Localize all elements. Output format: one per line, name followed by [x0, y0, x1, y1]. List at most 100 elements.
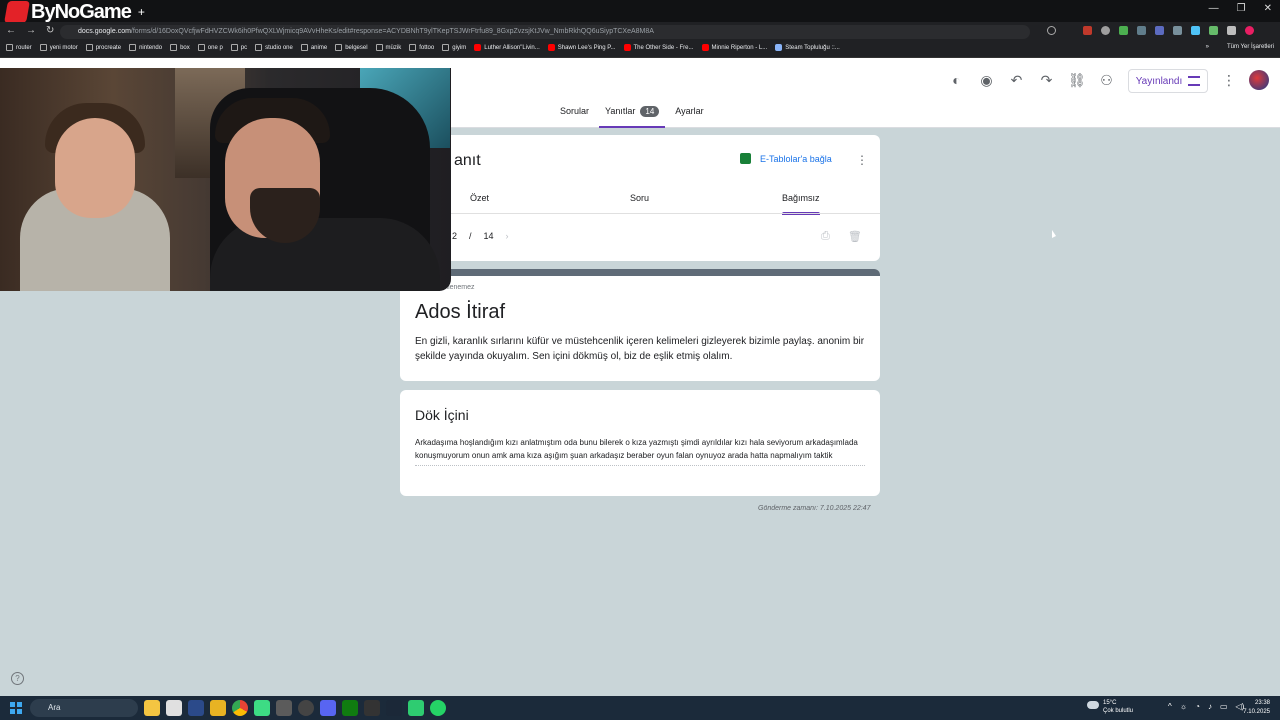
app-icon[interactable] [364, 700, 380, 716]
taskbar-clock[interactable]: 23:38 7.10.2025 [1243, 699, 1270, 717]
folder-icon [6, 44, 13, 51]
extension-icon[interactable] [1083, 26, 1092, 35]
more-vert-icon[interactable] [1263, 26, 1272, 35]
subtab-summary[interactable]: Özet [470, 193, 489, 203]
redo-icon[interactable]: ↷ [1038, 72, 1055, 89]
pager-current[interactable]: 2 [452, 231, 457, 241]
folder-icon [300, 44, 308, 51]
delete-icon[interactable]: 🗑 [848, 230, 862, 243]
extension-icon[interactable] [1209, 26, 1218, 35]
add-collaborator-icon[interactable]: ⚇ [1098, 72, 1115, 89]
bookmark-item[interactable]: one p [197, 44, 223, 51]
steam-app-icon[interactable] [386, 700, 402, 716]
tab-questions[interactable]: Sorular [560, 106, 589, 128]
bookmark-item[interactable]: router [6, 44, 32, 51]
link-to-sheets-button[interactable]: E-Tablolar'a bağla [740, 153, 832, 164]
sheets-icon [740, 153, 751, 164]
url-field[interactable]: docs.google.com/forms/d/16DoxQVcfjwFdHVZ… [60, 25, 1030, 39]
discord-app-icon[interactable] [320, 700, 336, 716]
network-icon[interactable]: ◔ [1195, 702, 1200, 711]
more-options-icon[interactable]: ⋮ [1222, 72, 1236, 89]
bookmark-item[interactable]: fottoo [409, 44, 434, 51]
bookmark-item[interactable]: anime [300, 44, 327, 51]
subtab-individual[interactable]: Bağımsız [782, 193, 820, 215]
webcam-person-left-face [55, 118, 135, 218]
chevron-right-icon[interactable]: › [506, 231, 509, 241]
extension-icon[interactable] [1191, 26, 1200, 35]
bookmark-item[interactable]: Minnie Riperton - L... [701, 44, 767, 51]
new-tab-icon[interactable]: + [138, 5, 145, 19]
bookmark-item[interactable]: müzik [375, 44, 401, 51]
help-icon[interactable]: ? [11, 672, 24, 685]
bookmark-label: Steam Topluluğu ::... [785, 44, 840, 51]
bookmark-item[interactable]: studio one [255, 44, 293, 51]
bookmark-item[interactable]: belgesel [335, 44, 368, 51]
weather-desc: Çok bulutlu [1103, 708, 1134, 714]
subtab-question[interactable]: Soru [630, 193, 649, 203]
bookmark-item[interactable]: nintendo [129, 44, 162, 51]
submitted-time: Gönderme zamanı: 7.10.2025 22:47 [758, 505, 871, 512]
bookmark-item[interactable]: Steam Topluluğu ::... [775, 44, 840, 51]
back-icon[interactable]: ← [6, 25, 16, 36]
app-icon[interactable] [408, 700, 424, 716]
extension-icon[interactable] [1119, 26, 1128, 35]
preview-eye-icon[interactable]: ◉ [978, 72, 995, 89]
minimize-icon[interactable]: — [1209, 3, 1219, 14]
folder-app-icon[interactable] [144, 700, 160, 716]
extension-icon[interactable] [1173, 26, 1182, 35]
puzzle-icon[interactable] [1227, 26, 1236, 35]
bookmarks-right: » Tüm Yer İşaretleri [1206, 44, 1274, 50]
forward-icon[interactable]: → [26, 25, 36, 36]
avatar[interactable] [1249, 70, 1269, 90]
bookmark-item[interactable]: giyim [442, 44, 466, 51]
xbox-app-icon[interactable] [342, 700, 358, 716]
restore-icon[interactable]: ❐ [1237, 3, 1246, 14]
start-icon[interactable] [10, 702, 22, 714]
reload-icon[interactable]: ↻ [46, 25, 54, 36]
bookmark-item[interactable]: box [170, 44, 190, 51]
bookmark-item[interactable]: Shawn Lee's Ping P... [547, 44, 616, 51]
bookmark-item[interactable]: The Other Side - Fre... [623, 44, 694, 51]
all-bookmarks-link[interactable]: Tüm Yer İşaretleri [1227, 44, 1274, 50]
bookmark-item[interactable]: yeni motor [39, 44, 78, 51]
bookmark-list: router yeni motor procreate nintendo box one … [6, 44, 840, 51]
notepad-app-icon[interactable] [166, 700, 182, 716]
print-icon[interactable]: ⎙ [821, 230, 830, 243]
bookmark-label: box [180, 44, 190, 51]
weather-widget[interactable]: 15°C Çok bulutlu [1087, 699, 1133, 715]
chevron-up-icon[interactable]: ^ [1168, 702, 1172, 711]
bookmark-item[interactable]: pc [230, 44, 247, 51]
bookmark-item[interactable]: procreate [85, 44, 121, 51]
extension-icon[interactable] [1137, 26, 1146, 35]
bynogame-mark-icon [4, 1, 30, 23]
address-bar-row: ← → ↻ docs.google.com/forms/d/16DoxQVcfj… [0, 22, 1280, 42]
undo-icon[interactable]: ↶ [1008, 72, 1025, 89]
app-icon[interactable] [254, 700, 270, 716]
palette-icon[interactable]: ◐ [948, 72, 965, 89]
profile-icon[interactable] [1245, 26, 1254, 35]
app-icon[interactable] [188, 700, 204, 716]
chrome-app-icon[interactable] [232, 700, 248, 716]
app-icon[interactable] [210, 700, 226, 716]
obs-app-icon[interactable] [298, 700, 314, 716]
tab-settings[interactable]: Ayarlar [675, 106, 703, 128]
taskbar-search[interactable]: Ara [30, 699, 138, 717]
bookmark-item[interactable]: Luther Allison"Livin... [474, 44, 540, 51]
published-button[interactable]: Yayınlandı [1128, 69, 1208, 93]
display-icon[interactable]: ▭ [1220, 702, 1228, 711]
zoom-icon[interactable] [1047, 26, 1056, 35]
link-icon[interactable]: ⛓ [1068, 72, 1086, 89]
app-icon[interactable] [276, 700, 292, 716]
brightness-icon[interactable]: ☼ [1180, 702, 1187, 711]
close-icon[interactable]: ✕ [1264, 3, 1272, 14]
bookmarks-overflow-icon[interactable]: » [1206, 44, 1209, 50]
whatsapp-app-icon[interactable] [430, 700, 446, 716]
star-icon[interactable] [1065, 26, 1074, 35]
tab-responses[interactable]: Yanıtlar 14 [598, 106, 666, 128]
bookmark-label: studio one [265, 44, 293, 51]
extension-icon[interactable] [1101, 26, 1110, 35]
microphone-icon[interactable]: ♪ [1208, 702, 1212, 711]
bookmark-label: yeni motor [49, 44, 78, 51]
extension-icon[interactable] [1155, 26, 1164, 35]
card-more-icon[interactable]: ⋮ [856, 153, 868, 167]
